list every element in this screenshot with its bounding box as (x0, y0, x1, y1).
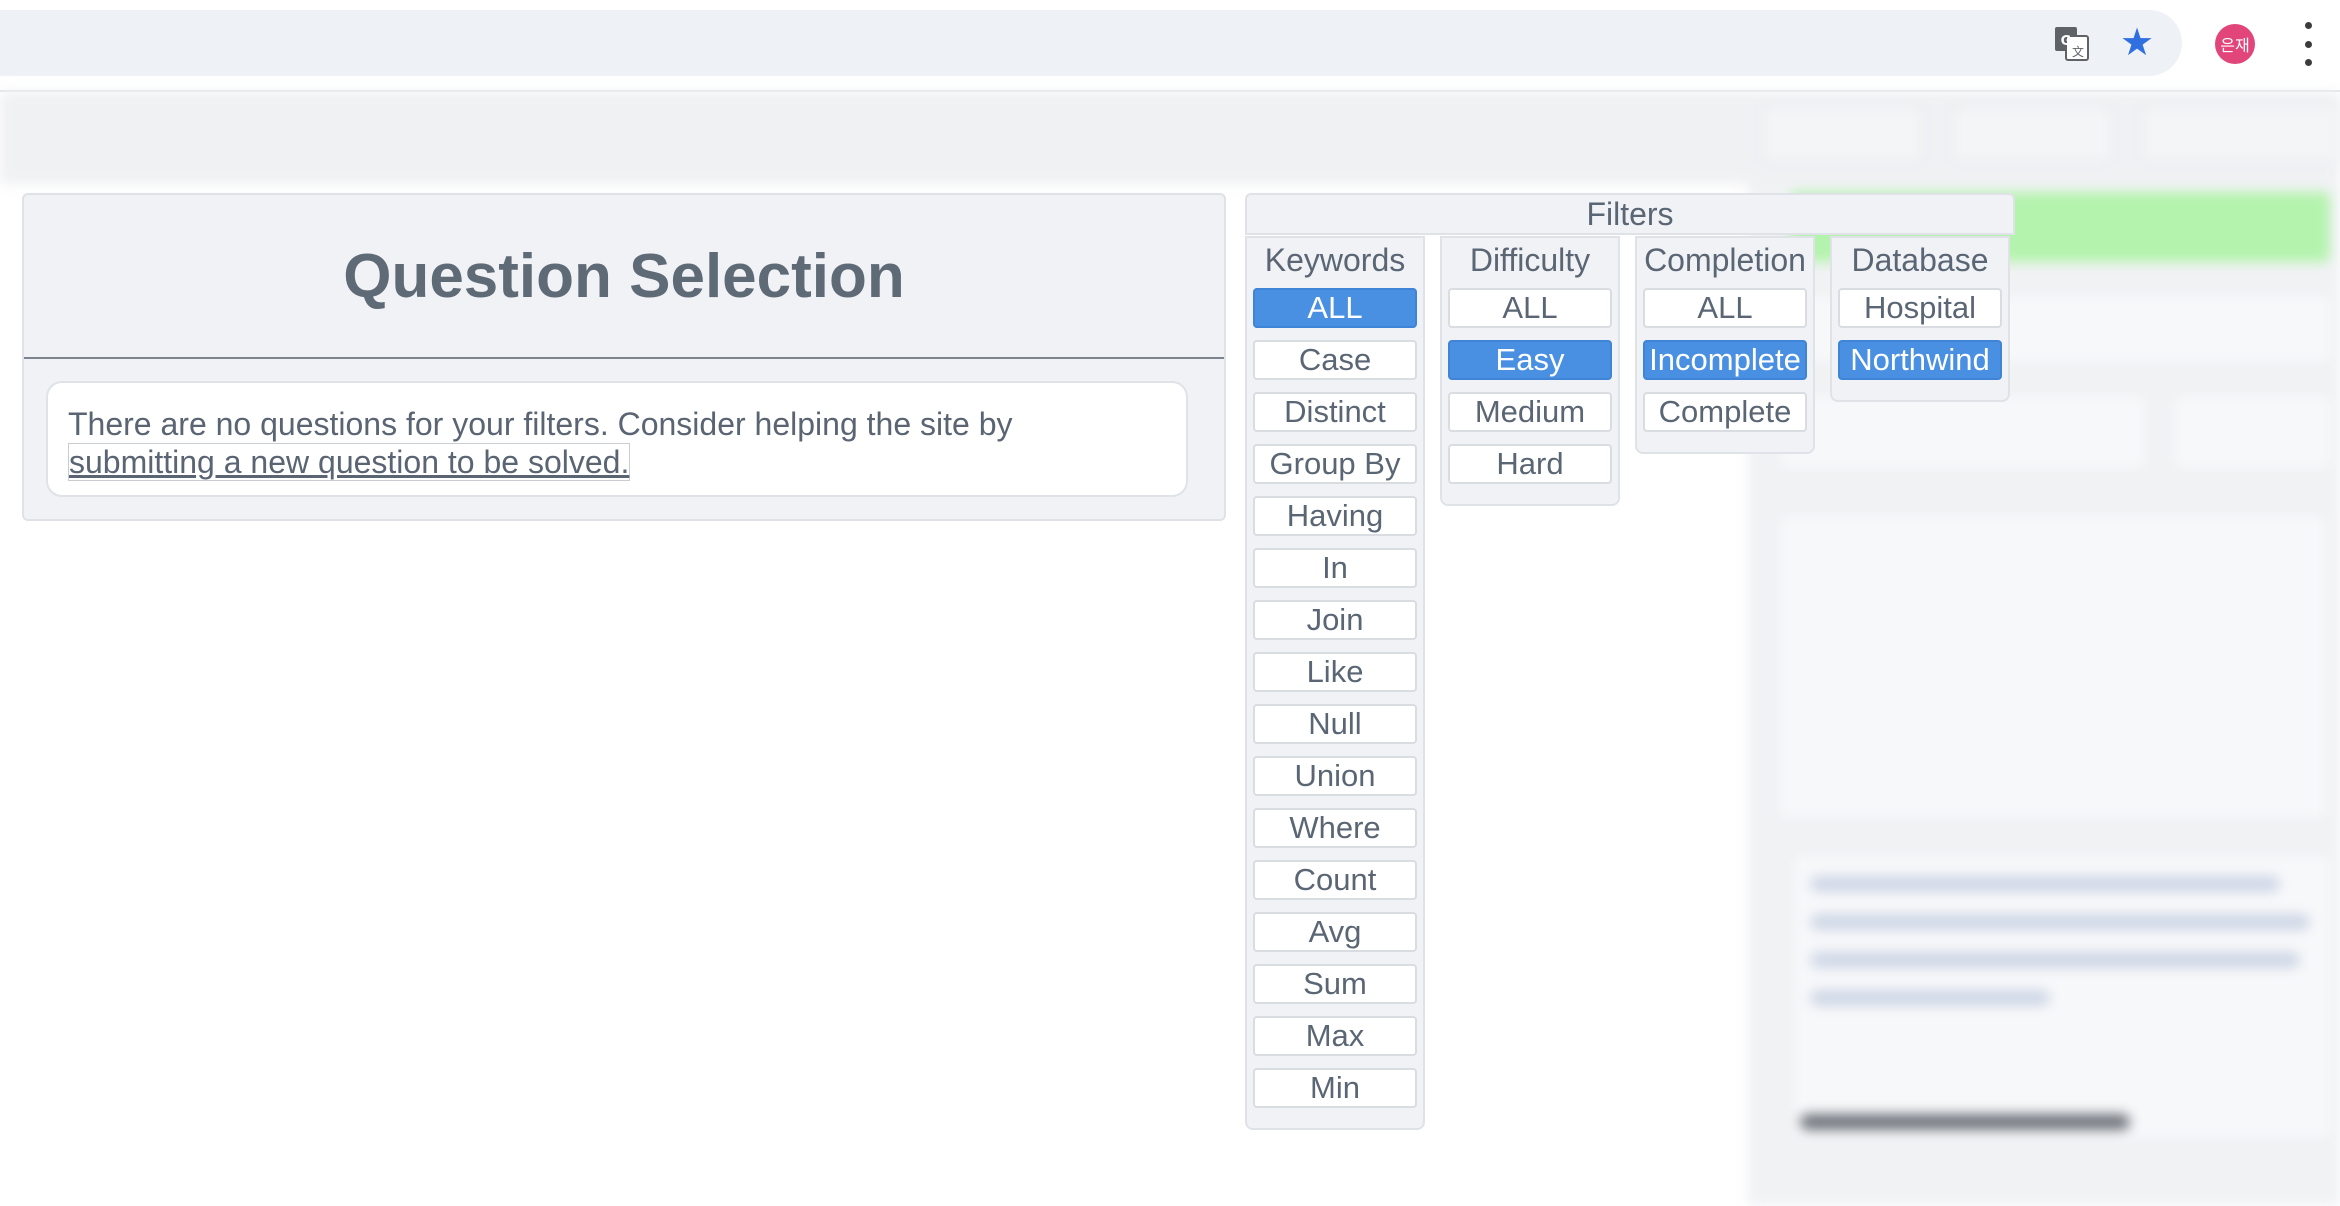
filter-option-keywords-avg[interactable]: Avg (1253, 912, 1417, 952)
filter-option-keywords-union[interactable]: Union (1253, 756, 1417, 796)
filter-option-keywords-having[interactable]: Having (1253, 496, 1417, 536)
filter-option-difficulty-all[interactable]: ALL (1448, 288, 1612, 328)
filter-column-database: Database Hospital Northwind (1830, 236, 2010, 402)
avatar[interactable]: 은재 (2215, 24, 2255, 64)
blurred-navbar (0, 92, 2340, 184)
filter-option-completion-incomplete[interactable]: Incomplete (1643, 340, 1807, 380)
filter-option-database-hospital[interactable]: Hospital (1838, 288, 2002, 328)
filter-column-difficulty: Difficulty ALL Easy Medium Hard (1440, 236, 1620, 506)
filter-option-keywords-max[interactable]: Max (1253, 1016, 1417, 1056)
filter-column-title: Difficulty (1469, 242, 1591, 278)
svg-text:G: G (2061, 34, 2072, 49)
filter-column-keywords: Keywords ALL Case Distinct Group By Having In J… (1245, 236, 1425, 1130)
filter-option-keywords-in[interactable]: In (1253, 548, 1417, 588)
filter-option-keywords-min[interactable]: Min (1253, 1068, 1417, 1108)
svg-text:文: 文 (2072, 44, 2084, 59)
filter-column-title: Completion (1644, 242, 1806, 278)
blurred-scrollbar (1800, 1114, 2130, 1130)
address-bar[interactable] (0, 10, 2182, 76)
filter-option-keywords-sum[interactable]: Sum (1253, 964, 1417, 1004)
menu-icon[interactable] (2300, 22, 2316, 66)
filter-option-keywords-like[interactable]: Like (1253, 652, 1417, 692)
filter-column-title: Keywords (1264, 242, 1406, 278)
blurred-button (1776, 392, 2150, 472)
filter-option-difficulty-medium[interactable]: Medium (1448, 392, 1612, 432)
filter-column-title: Database (1851, 242, 1989, 278)
bookmark-star-icon[interactable]: ★ (2118, 24, 2156, 62)
message-text: There are no questions for your filters.… (68, 406, 1013, 442)
filter-option-difficulty-easy[interactable]: Easy (1448, 340, 1612, 380)
blurred-code-block (1790, 852, 2334, 1142)
filter-option-difficulty-hard[interactable]: Hard (1448, 444, 1612, 484)
filters-title: Filters (1245, 193, 2015, 235)
filter-option-keywords-case[interactable]: Case (1253, 340, 1417, 380)
filter-option-keywords-count[interactable]: Count (1253, 860, 1417, 900)
browser-toolbar: G 文 ★ 은재 (0, 0, 2340, 92)
filter-column-completion: Completion ALL Incomplete Complete (1635, 236, 1815, 454)
filter-option-keywords-distinct[interactable]: Distinct (1253, 392, 1417, 432)
translate-icon[interactable]: G 文 (2054, 26, 2090, 62)
filter-option-keywords-where[interactable]: Where (1253, 808, 1417, 848)
filter-option-keywords-group-by[interactable]: Group By (1253, 444, 1417, 484)
filter-option-database-northwind[interactable]: Northwind (1838, 340, 2002, 380)
no-questions-message: There are no questions for your filters.… (46, 381, 1188, 497)
filter-option-keywords-all[interactable]: ALL (1253, 288, 1417, 328)
blurred-nav-button (2140, 104, 2340, 164)
filter-option-completion-all[interactable]: ALL (1643, 288, 1807, 328)
question-selection-card: Question Selection There are no question… (22, 193, 1226, 521)
filter-option-keywords-null[interactable]: Null (1253, 704, 1417, 744)
blurred-question-text (1776, 512, 2330, 822)
filter-option-keywords-join[interactable]: Join (1253, 600, 1417, 640)
filter-option-completion-complete[interactable]: Complete (1643, 392, 1807, 432)
blurred-nav-button (1760, 104, 1924, 164)
submit-question-link[interactable]: submitting a new question to be solved. (68, 443, 631, 481)
blurred-button (2170, 392, 2334, 472)
page-title: Question Selection (343, 241, 905, 311)
blurred-nav-button (1950, 104, 2114, 164)
question-selection-header: Question Selection (24, 195, 1224, 359)
